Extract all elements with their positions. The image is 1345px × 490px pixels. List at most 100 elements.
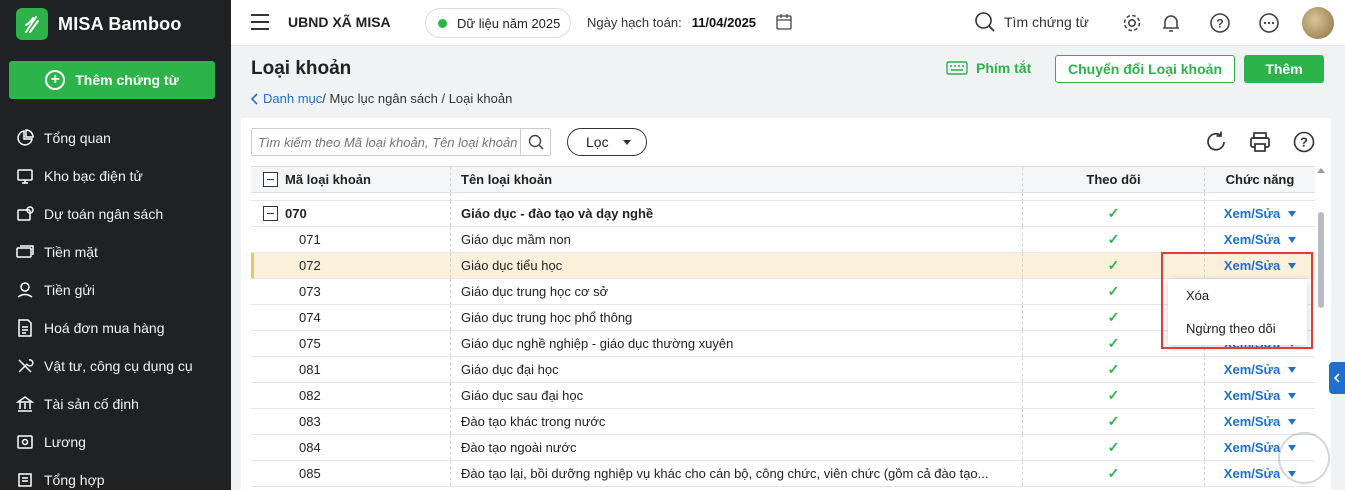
summary-icon [18,473,32,487]
cell-code: 084 [251,435,451,460]
cell-follow: ✓ [1023,409,1205,434]
scroll-up-icon[interactable] [1317,168,1325,173]
chevron-down-icon[interactable] [1288,210,1297,217]
view-edit-button[interactable]: Xem/Sửa [1224,414,1297,429]
check-icon: ✓ [1107,283,1120,299]
sidebar-item-deposit[interactable]: Tiền gửi [0,271,231,309]
breadcrumb-link-catalog[interactable]: Danh mục [263,91,322,106]
table-row[interactable]: 084 Đào tạo ngoài nước ✓ Xem/Sửa [251,435,1315,461]
view-edit-label: Xem/Sửa [1223,388,1281,403]
cell-follow: ✓ [1023,227,1205,252]
sidebar-item-fixed-assets[interactable]: Tài sản cố định [0,385,231,423]
cell-action: Xem/Sửa [1205,357,1315,382]
sidebar-item-cash[interactable]: Tiền mặt [0,233,231,271]
cell-name: Đào tạo lại, bồi dưỡng nghiệp vụ khác ch… [451,461,1023,486]
cell-name: Giáo dục tiểu học [451,253,1023,278]
brand[interactable]: MISA Bamboo [16,8,182,40]
view-edit-button[interactable]: Xem/Sửa [1223,388,1297,403]
shortcut-button[interactable]: Phím tắt [946,60,1031,76]
header-name: Tên loại khoản [451,167,1023,192]
chevron-down-icon[interactable] [1288,418,1297,425]
cell-name: Đào tạo ngoài nước [451,435,1023,460]
view-edit-label: Xem/Sửa [1223,232,1281,247]
chevron-down-icon[interactable] [1288,392,1297,399]
highlight-box [1161,252,1313,349]
table-row[interactable]: 082 Giáo dục sau đại học ✓ Xem/Sửa [251,383,1315,409]
table-row[interactable]: 085 Đào tạo lại, bồi dưỡng nghiệp vụ khác… [251,461,1315,487]
sidebar-item-treasury[interactable]: Kho bạc điện tử [0,157,231,195]
posting-date[interactable]: Ngày hạch toán: 11/04/2025 [587,15,756,30]
row-name: Đào tạo lại, bồi dưỡng nghiệp vụ khác ch… [461,466,989,481]
sidebar-item-supplies[interactable]: Vật tư, công cụ dụng cụ [0,347,231,385]
avatar[interactable] [1302,7,1334,39]
filter-button[interactable]: Lọc [567,128,647,156]
collapse-group-checkbox[interactable] [263,206,278,221]
view-edit-button[interactable]: Xem/Sửa [1224,362,1297,377]
menu-icon[interactable] [251,14,269,30]
row-code: 075 [299,336,321,351]
sidebar-item-salary[interactable]: Lương [0,423,231,461]
print-icon[interactable] [1248,130,1272,154]
calendar-icon[interactable] [775,13,793,31]
expand-panel-tab[interactable] [1329,362,1345,394]
cell-code: 075 [251,331,451,356]
scroll-thumb[interactable] [1318,212,1324,308]
header-follow: Theo dõi [1023,167,1205,192]
row-code: 072 [299,258,321,273]
monitor-icon [17,169,33,184]
table-row[interactable]: 075 Giáo dục nghề nghiệp - giáo dục thườn… [251,331,1315,357]
view-edit-button[interactable]: Xem/Sửa [1224,206,1297,221]
sidebar-item-overview[interactable]: Tổng quan [0,119,231,157]
add-button[interactable]: Thêm [1244,55,1324,83]
data-year-label: Dữ liệu năm 2025 [457,15,561,31]
more-icon[interactable] [1258,12,1280,34]
collapse-all-checkbox[interactable] [263,172,278,187]
cell-name: Giáo dục - đào tạo và dạy nghề [451,201,1023,226]
gear-icon[interactable] [1121,12,1143,34]
status-dot-icon [438,18,447,28]
filter-label: Lọc [586,134,609,150]
convert-category-button[interactable]: Chuyển đổi Loại khoản [1055,55,1235,83]
view-edit-button[interactable]: Xem/Sửa [1223,232,1297,247]
refresh-icon[interactable] [1204,130,1228,154]
table-row[interactable]: 081 Giáo dục đại học ✓ Xem/Sửa [251,357,1315,383]
help-icon[interactable]: ? [1292,130,1316,154]
search-button[interactable] [520,129,550,155]
table-row[interactable]: 072 Giáo dục tiểu học ✓ Xem/Sửa [251,253,1315,279]
table-row[interactable]: 083 Đào tạo khác trong nước ✓ Xem/Sửa [251,409,1315,435]
chevron-left-icon[interactable] [251,92,259,105]
table-row[interactable]: 070 Giáo dục - đào tạo và dạy nghề ✓ Xem/Sử… [251,201,1315,227]
sidebar-item-label: Tiền mặt [44,244,98,260]
add-voucher-button[interactable]: + Thêm chứng từ [9,61,215,99]
sidebar-item-summary[interactable]: Tổng hợp [0,461,231,490]
voucher-search[interactable]: Tìm chứng từ [974,11,1089,33]
pie-chart-icon [17,129,34,146]
sidebar-item-budget[interactable]: Dự toán ngân sách [0,195,231,233]
breadcrumb-rest: / Mục lục ngân sách / Loại khoản [322,91,513,106]
check-icon: ✓ [1107,335,1120,351]
organization-name[interactable]: UBND XÃ MISA [288,14,391,30]
bell-icon[interactable] [1160,12,1182,34]
row-name: Giáo dục trung học phổ thông [461,310,633,325]
data-year-selector[interactable]: Dữ liệu năm 2025 [425,8,571,38]
sidebar-item-purchase-invoice[interactable]: Hoá đơn mua hàng [0,309,231,347]
category-table: Mã loại khoản Tên loại khoản Theo dõi Ch… [251,166,1315,487]
sidebar-item-label: Tổng hợp [44,472,105,488]
table-row[interactable]: 071 Giáo dục mầm non ✓ Xem/Sửa [251,227,1315,253]
chevron-down-icon[interactable] [1288,236,1297,243]
shortcut-label: Phím tắt [976,60,1032,76]
table-row[interactable]: 073Giáo dục trung học cơ sở✓Xem/Sửa [251,279,1315,305]
check-icon: ✓ [1107,387,1120,403]
posting-date-label: Ngày hạch toán: [587,15,682,30]
chevron-down-icon[interactable] [1288,366,1297,373]
cell-code: 082 [251,383,451,408]
top-bar: UBND XÃ MISA Dữ liệu năm 2025 Ngày hạch … [231,0,1345,46]
add-voucher-label: Thêm chứng từ [75,72,179,88]
row-code: 082 [299,388,321,403]
help-icon[interactable]: ? [1209,12,1231,34]
row-name: Giáo dục trung học cơ sở [461,284,609,299]
check-icon: ✓ [1107,257,1120,273]
table-row[interactable]: 074Giáo dục trung học phổ thông✓Xem/Sửa [251,305,1315,331]
search-input[interactable] [252,129,520,155]
row-code: 071 [299,232,321,247]
